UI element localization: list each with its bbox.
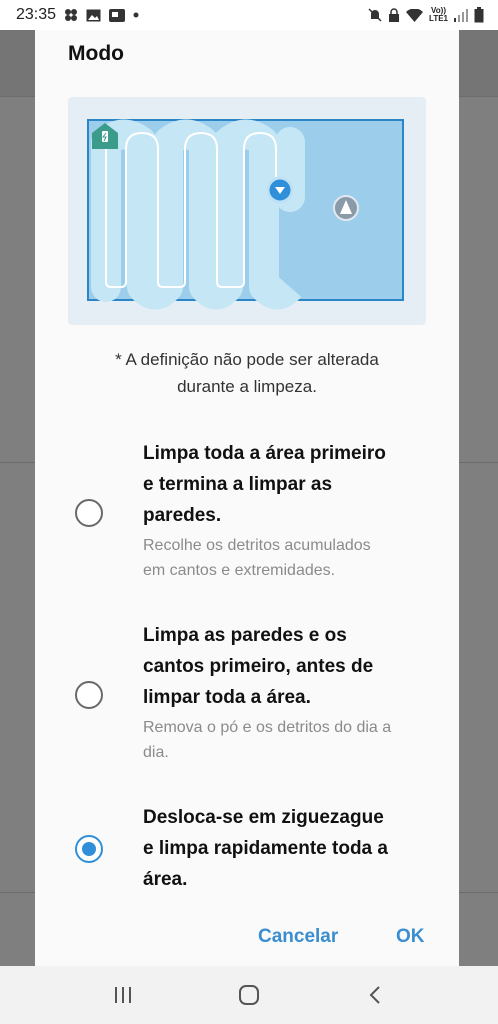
option-title-line: paredes.	[143, 505, 222, 526]
cast-icon	[109, 8, 126, 22]
option-title: Limpa toda a área primeiro e termina a l…	[143, 438, 433, 531]
recents-icon[interactable]	[103, 975, 143, 1015]
mode-option-walls-first[interactable]: Limpa as paredes e os cantos primeiro, a…	[35, 620, 459, 770]
lte-label: LTE1	[429, 14, 448, 23]
dot-icon	[133, 12, 139, 18]
mode-option-area-first[interactable]: Limpa toda a área primeiro e termina a l…	[35, 438, 459, 588]
option-desc-line: Recolhe os detritos acumulados	[143, 537, 371, 554]
dialog-title: Modo	[68, 42, 124, 65]
zigzag-map-graphic	[87, 119, 404, 310]
mode-option-zigzag[interactable]: Desloca-se em ziguezague e limpa rapidam…	[35, 802, 459, 902]
back-icon[interactable]	[355, 975, 395, 1015]
radio-button[interactable]	[75, 681, 103, 709]
option-description: Recolhe os detritos acumulados em cantos…	[143, 533, 433, 583]
lock-icon	[388, 8, 400, 22]
navigation-bar	[0, 966, 498, 1024]
option-title-line: área.	[143, 869, 188, 890]
option-desc-line: dia.	[143, 744, 169, 761]
option-description: Remova o pó e os detritos do dia a dia.	[143, 715, 433, 765]
option-title-line: e limpa rapidamente toda a	[143, 838, 388, 859]
option-desc-line: em cantos e extremidades.	[143, 562, 336, 579]
option-title-line: cantos primeiro, antes de	[143, 656, 374, 677]
home-icon[interactable]	[229, 975, 269, 1015]
cleaned-band	[91, 127, 305, 302]
mute-icon	[368, 8, 382, 22]
status-time: 23:35	[16, 6, 57, 23]
option-title: Limpa as paredes e os cantos primeiro, a…	[143, 620, 433, 713]
note-line: durante a limpeza.	[177, 377, 317, 396]
signal-icon	[454, 8, 468, 22]
settings-note: * A definição não pode ser alterada dura…	[55, 346, 439, 400]
option-title-line: Limpa as paredes e os	[143, 625, 347, 646]
network-labels: Vo)) LTE1	[429, 7, 448, 23]
radio-button[interactable]	[75, 499, 103, 527]
radio-button-selected[interactable]	[75, 835, 103, 863]
option-title-line: limpar toda a área.	[143, 687, 311, 708]
status-bar: 23:35 Vo)) LTE1	[0, 0, 498, 30]
cancel-button[interactable]: Cancelar	[258, 926, 338, 948]
option-title: Desloca-se em ziguezague e limpa rapidam…	[143, 802, 433, 895]
note-line: * A definição não pode ser alterada	[115, 350, 379, 369]
option-title-line: Desloca-se em ziguezague	[143, 807, 384, 828]
option-desc-line: Remova o pó e os detritos do dia a	[143, 719, 392, 736]
robot-position-icon	[266, 176, 294, 204]
cleaning-path-illustration	[68, 97, 426, 325]
wifi-icon	[406, 8, 424, 22]
option-title-line: Limpa toda a área primeiro	[143, 443, 386, 464]
ok-button[interactable]: OK	[396, 926, 425, 948]
battery-icon	[474, 7, 484, 23]
option-title-line: e termina a limpar as	[143, 474, 333, 495]
mode-dialog: Modo * A definição não pode ser alterada…	[35, 30, 459, 966]
pinwheel-icon	[64, 8, 78, 22]
image-icon	[86, 9, 101, 22]
obstacle-cone-icon	[333, 195, 359, 221]
